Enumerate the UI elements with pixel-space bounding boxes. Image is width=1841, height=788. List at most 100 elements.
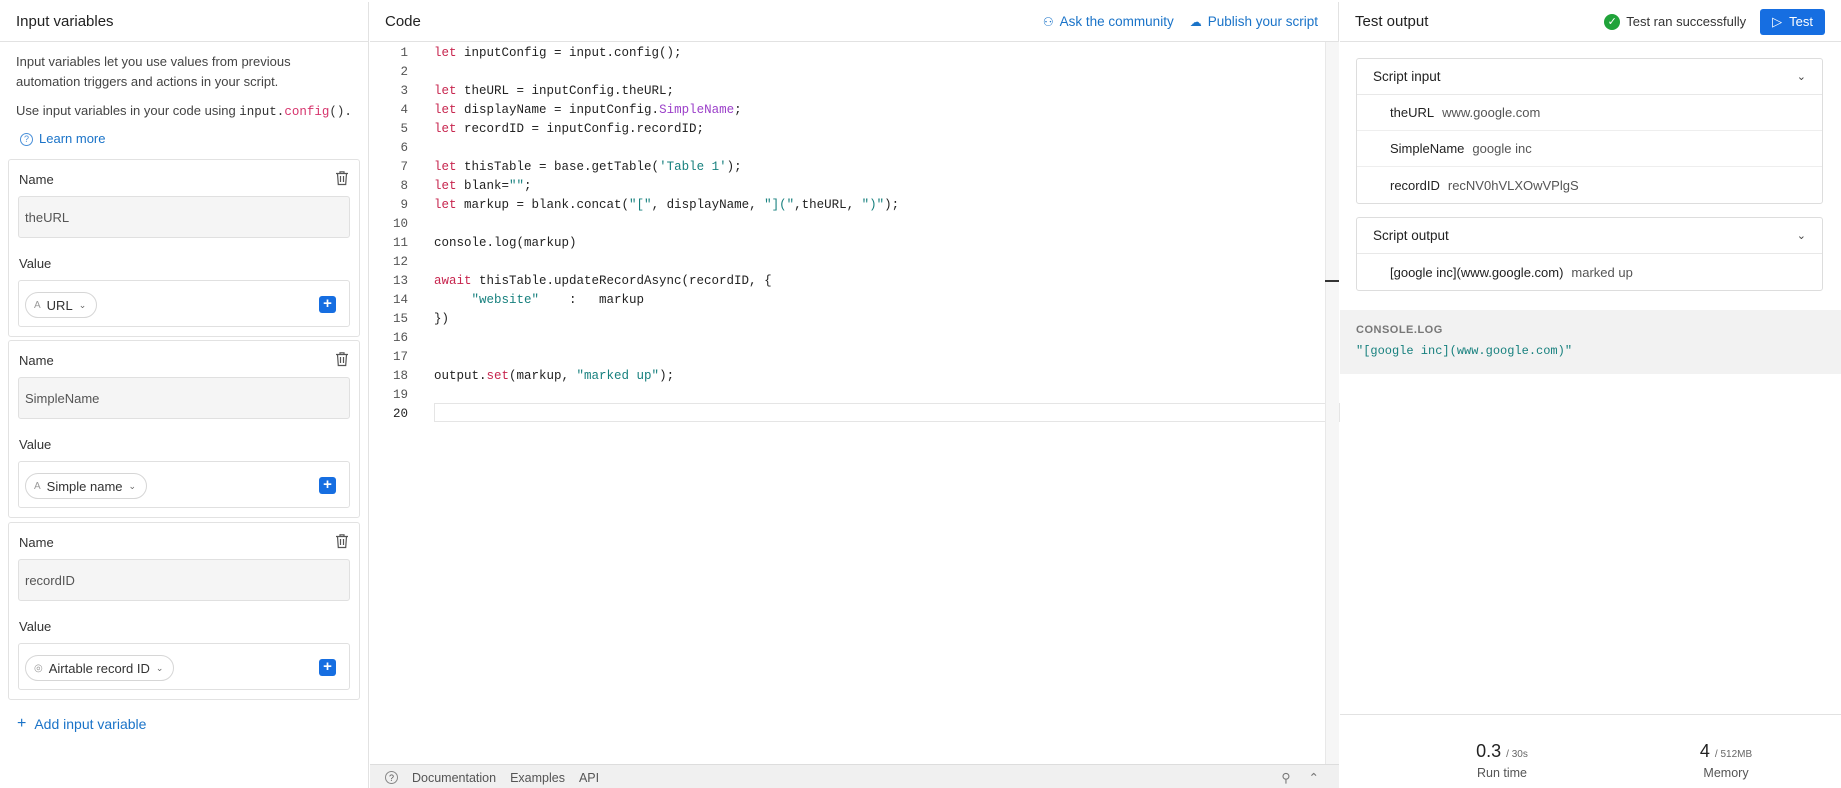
cloud-upload-icon: ☁ [1189,14,1202,29]
editor-scrollbar[interactable] [1325,42,1339,764]
api-tab[interactable]: API [579,771,599,785]
script-input-header[interactable]: Script input ⌄ [1357,59,1822,95]
code-header: Code ⚇ Ask the community ☁ Publish your … [370,2,1338,42]
learn-more-link[interactable]: ? Learn more [20,129,352,149]
code-panel: Code ⚇ Ask the community ☁ Publish your … [370,2,1340,788]
input-variable-card: Name SimpleName Value A Simple name ⌄ + [8,340,360,518]
examples-tab[interactable]: Examples [510,771,565,785]
documentation-tab[interactable]: Documentation [412,771,496,785]
runtime-label: Run time [1476,766,1528,780]
test-status: ✓ Test ran successfully [1604,13,1747,30]
docs-bar: ? Documentation Examples API ⚲ ⌃ [370,764,1339,788]
memory-limit: / 512MB [1714,749,1753,760]
memory-value: 4 [1699,741,1710,761]
test-output-title: Test output [1355,13,1429,30]
ask-community-label: Ask the community [1059,14,1174,29]
search-icon[interactable]: ⚲ [1281,770,1290,785]
record-id-icon: ◎ [34,662,43,674]
variable-value-field[interactable]: A Simple name ⌄ + [18,461,350,508]
name-label: Name [19,353,54,368]
description-text: Input variables let you use values from … [16,54,291,89]
trash-icon[interactable] [335,351,349,367]
variable-name-input[interactable]: theURL [18,196,350,238]
script-output-header[interactable]: Script output ⌄ [1357,218,1822,254]
script-input-row: theURL www.google.com [1357,95,1822,131]
script-input-row: SimpleName google inc [1357,131,1822,167]
console-log-output: "[google inc](www.google.com)" [1356,344,1573,358]
chevron-down-icon: ⌄ [1796,230,1806,242]
value-token-pill[interactable]: A URL ⌄ [25,292,98,318]
community-icon: ⚇ [1042,14,1054,29]
panel-title: Input variables [16,13,114,30]
console-log-section: CONSOLE.LOG "[google inc](www.google.com… [1340,310,1841,374]
insert-value-button[interactable]: + [319,296,336,313]
chevron-down-icon: ⌄ [78,299,87,310]
value-token-label: URL [46,297,73,313]
value-token-label: Airtable record ID [48,660,150,676]
input-variables-header: Input variables [0,2,368,42]
input-value: google inc [1472,141,1532,156]
input-value: recNV0hVLXOwVPlgS [1447,177,1579,193]
runtime-limit: / 30s [1506,749,1528,760]
chevron-down-icon: ⌄ [128,480,137,491]
docs-bar-actions: ⚲ ⌃ [1281,770,1319,785]
code-header-links: ⚇ Ask the community ☁ Publish your scrip… [1043,14,1318,29]
variable-name-input[interactable]: SimpleName [18,377,350,419]
console-log-title: CONSOLE.LOG [1356,324,1443,336]
add-input-variable-button[interactable]: + Add input variable [17,715,146,733]
test-status-label: Test ran successfully [1626,14,1747,29]
variable-value-field[interactable]: A URL ⌄ + [18,280,350,327]
input-key: SimpleName [1390,141,1465,156]
usage-code-a: input. [239,105,285,119]
script-output-title: Script output [1373,228,1449,243]
memory-label: Memory [1703,766,1749,780]
insert-value-button[interactable]: + [319,477,336,494]
script-output-row: [google inc](www.google.com) marked up [1357,254,1822,290]
input-key: recordID [1390,177,1440,193]
input-variables-panel: Input variables Input variables let you … [0,2,369,788]
insert-value-button[interactable]: + [319,659,336,676]
publish-script-label: Publish your script [1207,14,1318,29]
active-line-highlight [434,403,1340,422]
run-stats: 0.3 / 30s Run time 4 / 512MB Memory [1340,714,1841,788]
play-icon: ▷ [1772,13,1783,29]
script-output-section: Script output ⌄ [google inc](www.google.… [1356,217,1823,291]
input-value: www.google.com [1442,105,1541,120]
script-input-row: recordID recNV0hVLXOwVPlgS [1357,167,1822,203]
ask-community-link[interactable]: ⚇ Ask the community [1043,14,1174,29]
memory-stat: 4 / 512MB Memory [1666,741,1786,780]
value-token-pill[interactable]: A Simple name ⌄ [25,473,148,499]
input-key: theURL [1390,105,1435,120]
text-type-icon: A [34,480,41,492]
trash-icon[interactable] [335,170,349,186]
name-label: Name [19,172,54,187]
code-title: Code [385,13,421,30]
test-button[interactable]: ▷ Test [1760,8,1825,35]
test-status-area: ✓ Test ran successfully ▷ Test [1604,8,1825,35]
usage-code: input.config(). [239,105,352,119]
output-key: [google inc](www.google.com) [1390,264,1564,280]
add-input-variable-label: Add input variable [34,716,147,732]
value-token-label: Simple name [46,478,123,494]
chevron-down-icon: ⌄ [155,662,164,673]
help-icon: ? [385,771,398,784]
variable-value-field[interactable]: ◎ Airtable record ID ⌄ + [18,643,350,690]
runtime-value: 0.3 [1476,741,1502,761]
chevron-up-icon[interactable]: ⌃ [1309,770,1319,785]
value-label: Value [19,619,52,634]
script-input-title: Script input [1373,69,1441,84]
variable-name-input[interactable]: recordID [18,559,350,601]
help-icon: ? [20,132,33,146]
script-input-section: Script input ⌄ theURL www.google.com Sim… [1356,58,1823,204]
publish-script-link[interactable]: ☁ Publish your script [1190,14,1318,29]
input-variables-description: Input variables let you use values from … [0,42,368,149]
test-button-label: Test [1789,14,1813,29]
learn-more-label: Learn more [39,131,106,146]
chevron-down-icon: ⌄ [1796,71,1806,83]
input-variable-card: Name recordID Value ◎ Airtable record ID… [8,522,360,700]
test-output-header: Test output ✓ Test ran successfully ▷ Te… [1340,2,1841,42]
input-variable-card: Name theURL Value A URL ⌄ + [8,159,360,337]
value-token-pill[interactable]: ◎ Airtable record ID ⌄ [25,655,175,681]
trash-icon[interactable] [335,533,349,549]
value-label: Value [19,256,52,271]
